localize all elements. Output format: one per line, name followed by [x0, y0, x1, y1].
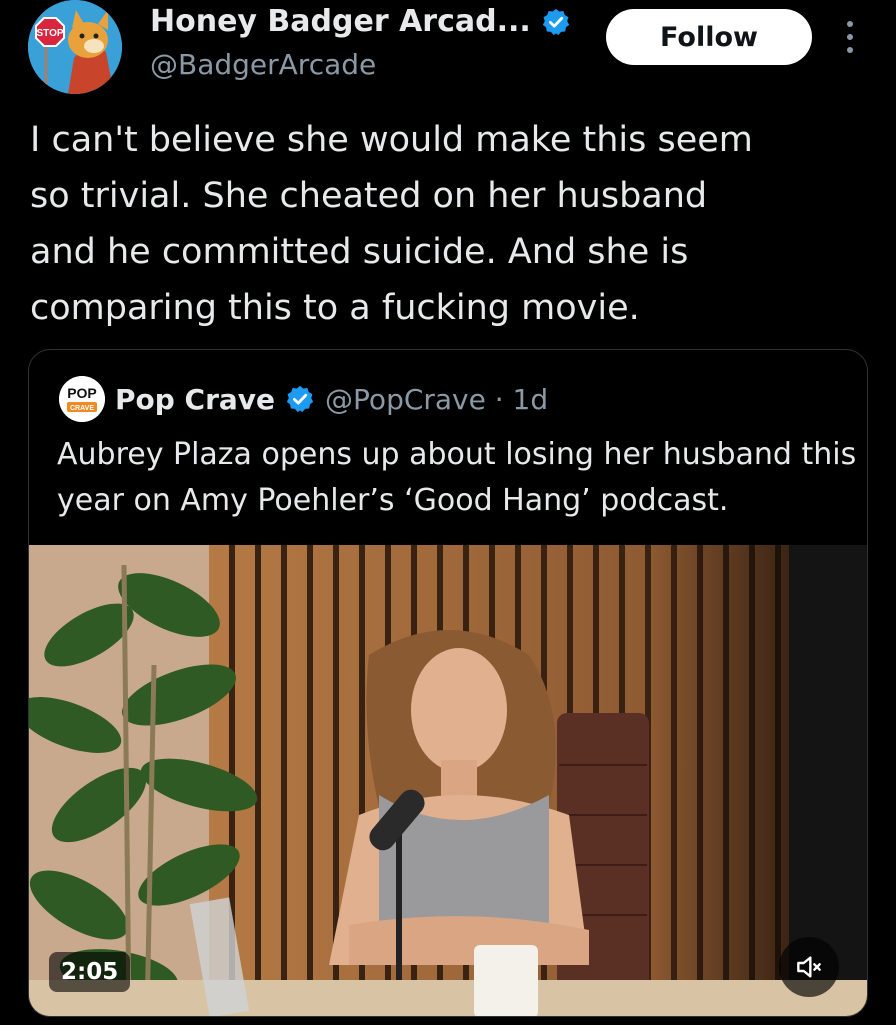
more-vertical-icon[interactable]: [836, 18, 864, 56]
post-header: STOP Honey Badger Arcad... @BadgerArcade…: [0, 0, 896, 110]
video-player[interactable]: 2:05: [29, 545, 867, 1016]
pop-logo-text: POP: [67, 385, 97, 401]
quoted-handle-time[interactable]: @PopCrave · 1d: [325, 383, 548, 416]
quoted-post[interactable]: POP CRAVE Pop Crave @PopCrave · 1d Aubre…: [28, 349, 868, 1017]
quoted-display-name[interactable]: Pop Crave: [115, 383, 275, 416]
verified-badge-icon: [286, 385, 314, 412]
name-row: Honey Badger Arcad...: [150, 4, 571, 39]
dot: [847, 47, 853, 53]
speaker-muted-icon[interactable]: [779, 937, 839, 997]
quoted-header: POP CRAVE Pop Crave @PopCrave · 1d: [59, 376, 548, 422]
video-duration: 2:05: [49, 952, 131, 992]
dot: [847, 21, 853, 27]
author-avatar[interactable]: STOP: [28, 0, 122, 94]
follow-button[interactable]: Follow: [606, 9, 812, 65]
author-display-name[interactable]: Honey Badger Arcad...: [150, 4, 531, 39]
author-handle[interactable]: @BadgerArcade: [150, 48, 376, 81]
mute-glyph: [797, 956, 821, 978]
dot: [847, 34, 853, 40]
quoted-text: Aubrey Plaza opens up about losing her h…: [57, 437, 857, 518]
crave-logo-text: CRAVE: [70, 405, 94, 412]
verified-badge-icon: [542, 8, 569, 35]
quoted-avatar[interactable]: POP CRAVE: [59, 376, 105, 422]
video-frame: [29, 545, 867, 1016]
stop-sign-text: STOP: [36, 28, 63, 39]
post-text: I can't believe she would make this seem…: [30, 120, 753, 328]
